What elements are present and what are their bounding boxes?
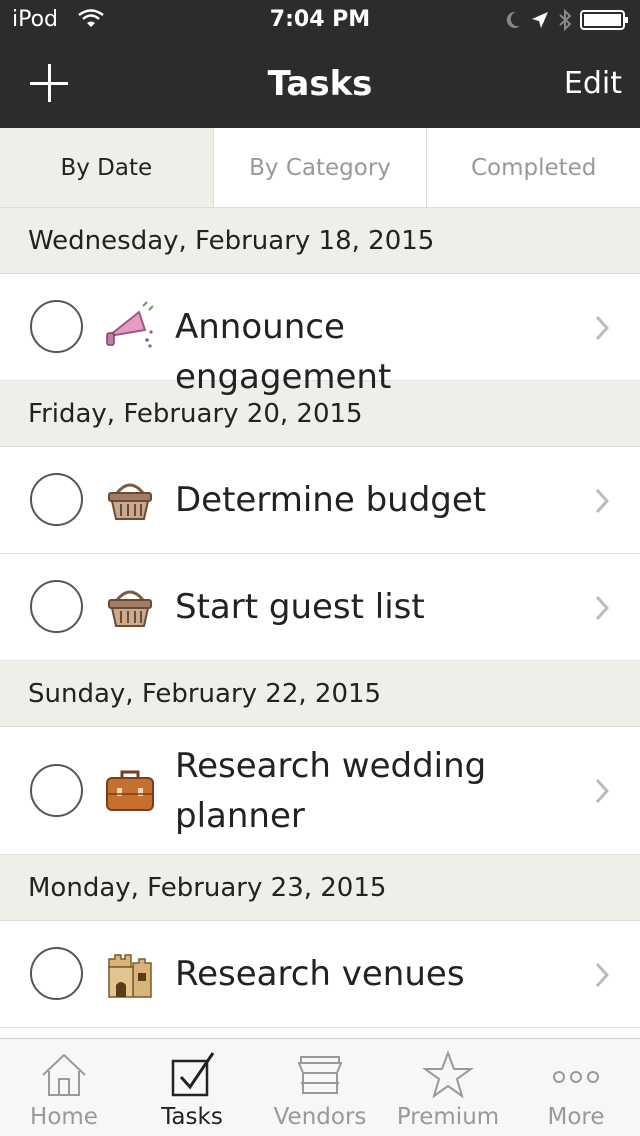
chevron-right-icon [595, 778, 610, 804]
battery-icon [580, 10, 628, 30]
moon-icon [506, 11, 520, 28]
task-title: Announce engagement [175, 307, 392, 397]
tab-label: Tasks [161, 1104, 223, 1130]
task-title: Research venues [175, 954, 465, 994]
storefront-icon [297, 1056, 343, 1094]
view-segmented-control: By Date By Category Completed [0, 128, 640, 208]
task-row[interactable]: Determine budget [0, 447, 640, 554]
checkbox-icon [171, 1052, 215, 1097]
segment-by-category[interactable]: By Category [212, 128, 427, 207]
basket-icon [108, 483, 152, 520]
chevron-right-icon [595, 595, 610, 621]
task-row[interactable]: Start guest list [0, 554, 640, 661]
star-icon [423, 1050, 473, 1099]
more-dots-icon [553, 1071, 599, 1083]
home-icon [42, 1053, 86, 1096]
navigation-bar: Tasks Edit [0, 40, 640, 128]
section-header: Wednesday, February 18, 2015 [0, 208, 640, 274]
tab-more[interactable]: More [512, 1039, 640, 1136]
chevron-right-icon [595, 962, 610, 988]
edit-button[interactable]: Edit [564, 66, 622, 101]
task-checkbox[interactable] [30, 473, 83, 526]
task-checkbox[interactable] [30, 580, 83, 633]
tab-home[interactable]: Home [0, 1039, 128, 1136]
location-arrow-icon [532, 12, 548, 28]
tab-tasks[interactable]: Tasks [128, 1039, 256, 1136]
basket-icon [108, 590, 152, 627]
segment-completed[interactable]: Completed [426, 128, 640, 207]
chevron-right-icon [595, 488, 610, 514]
task-checkbox[interactable] [30, 947, 83, 1000]
page-title: Tasks [267, 64, 373, 104]
task-title: Start guest list [175, 587, 425, 627]
castle-icon [108, 954, 152, 998]
task-title: Research wedding planner [175, 746, 487, 836]
task-row[interactable]: Research wedding planner [0, 727, 640, 855]
task-list: Wednesday, February 18, 2015 Announce en… [0, 208, 640, 1028]
tab-bar: Home Tasks Vendors Premium More [0, 1038, 640, 1136]
section-header: Monday, February 23, 2015 [0, 855, 640, 921]
tab-premium[interactable]: Premium [384, 1039, 512, 1136]
tab-label: More [547, 1104, 605, 1130]
task-row[interactable]: Announce engagement [0, 274, 640, 397]
bluetooth-icon [559, 8, 572, 32]
task-checkbox[interactable] [30, 300, 83, 353]
tab-vendors[interactable]: Vendors [256, 1039, 384, 1136]
tab-label: Home [30, 1104, 98, 1130]
status-bar: iPod 7:04 PM [0, 0, 640, 40]
task-row[interactable]: Research venues [0, 921, 640, 1028]
briefcase-icon [106, 770, 154, 811]
task-checkbox[interactable] [30, 764, 83, 817]
chevron-right-icon [595, 315, 610, 341]
tab-label: Premium [396, 1104, 500, 1130]
megaphone-icon [105, 301, 154, 348]
task-title: Determine budget [175, 480, 487, 520]
tab-label: Vendors [273, 1104, 367, 1130]
section-header: Sunday, February 22, 2015 [0, 661, 640, 727]
segment-by-date[interactable]: By Date [0, 128, 213, 207]
